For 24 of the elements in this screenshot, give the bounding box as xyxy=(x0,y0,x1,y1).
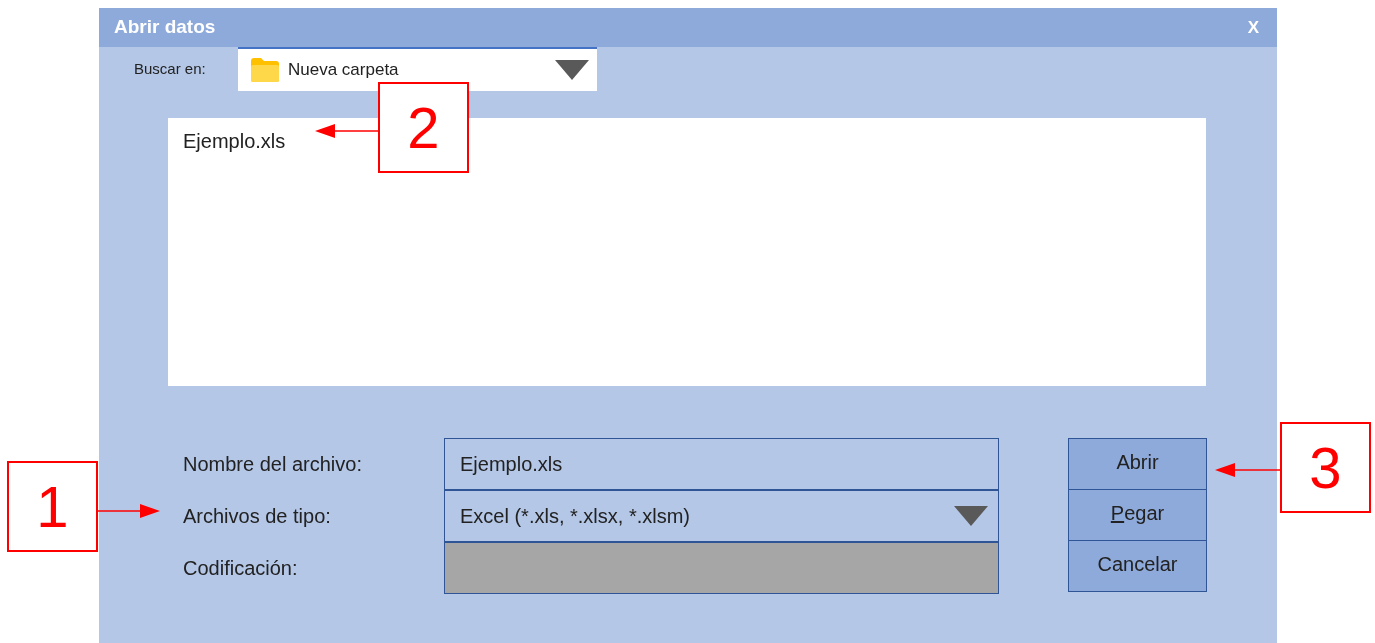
folder-name: Nueva carpeta xyxy=(288,59,400,82)
look-in-label: Buscar en: xyxy=(134,58,207,79)
folder-dropdown[interactable]: Nueva carpeta xyxy=(238,47,597,91)
caret-icon xyxy=(954,505,988,526)
field-value: Excel (*.xls, *.xlsx, *.xlsm) xyxy=(460,503,692,529)
field-value: Ejemplo.xls xyxy=(460,452,564,477)
folder-icon xyxy=(250,57,280,83)
window-title: Abrir datos xyxy=(114,15,216,40)
callout-number: 1 xyxy=(7,461,98,552)
dialog-button[interactable]: Abrir xyxy=(1068,438,1207,490)
dialog-button[interactable]: Cancelar xyxy=(1068,540,1207,592)
caret-icon xyxy=(555,60,589,80)
input-field[interactable]: Ejemplo.xls xyxy=(444,438,999,490)
dialog-button[interactable]: Pegar xyxy=(1068,489,1207,541)
field-label: Archivos de tipo: xyxy=(183,504,332,529)
callout-number: 3 xyxy=(1280,422,1371,513)
field-label: Nombre del archivo: xyxy=(183,452,363,477)
arrow xyxy=(98,503,160,519)
arrow xyxy=(315,123,378,139)
file-item[interactable]: Ejemplo.xls xyxy=(183,126,286,156)
callout-number: 2 xyxy=(378,82,469,173)
file-type-dropdown[interactable]: Excel (*.xls, *.xlsx, *.xlsm) xyxy=(444,489,999,542)
field-label: Codificación: xyxy=(183,556,299,581)
arrow xyxy=(1215,462,1280,478)
